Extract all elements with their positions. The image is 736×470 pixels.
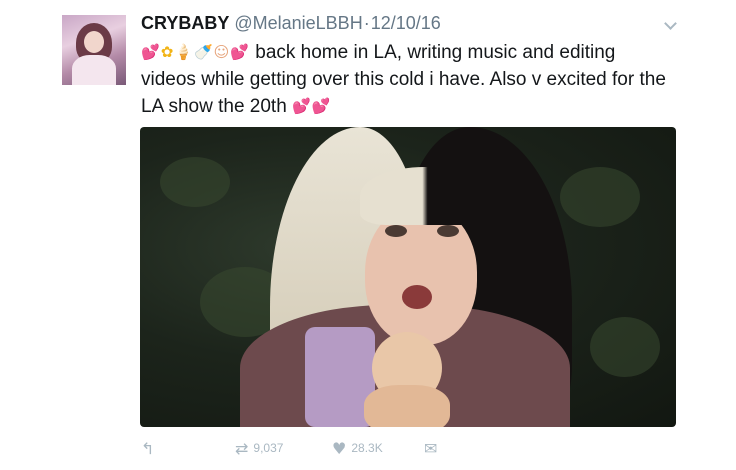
- tweet-actions: ↰ ⇄ 9,037 ♥ 28.3K ✉: [0, 436, 736, 460]
- heart-icon: ♥: [332, 438, 347, 458]
- tweet-header: CRYBABY @MelanieLBBH·12/10/16: [141, 12, 441, 34]
- photo-bangs: [360, 167, 490, 225]
- retweet-button[interactable]: ⇄ 9,037: [235, 436, 283, 460]
- retweet-icon: ⇄: [235, 438, 249, 458]
- tweet-text: 💕✿🍦🍼☺💕 back home in LA, writing music an…: [141, 39, 701, 120]
- two-hearts-icon: 💕: [311, 97, 331, 115]
- ice-cream-icon: 🍦: [174, 43, 193, 61]
- foliage: [560, 167, 640, 227]
- two-hearts-icon: 💕: [141, 43, 160, 61]
- photo-mouth: [402, 285, 432, 309]
- photo-face: [365, 205, 477, 345]
- header-separator: ·: [363, 13, 370, 33]
- tweet-date[interactable]: 12/10/16: [371, 13, 441, 33]
- baby-icon: ☺: [213, 43, 230, 61]
- envelope-icon: ✉: [424, 438, 438, 458]
- avatar-dress: [72, 55, 116, 85]
- baby-bottle-icon: 🍼: [193, 43, 213, 61]
- foliage: [590, 317, 660, 377]
- tweet-photo[interactable]: [140, 127, 676, 427]
- photo-doll-body: [364, 385, 450, 427]
- chevron-down-icon[interactable]: [664, 17, 677, 30]
- reply-button[interactable]: ↰: [141, 436, 159, 460]
- user-handle[interactable]: @MelanieLBBH: [234, 13, 362, 33]
- foliage: [160, 157, 230, 207]
- like-button[interactable]: ♥ 28.3K: [332, 436, 383, 460]
- tweet-text-line3: LA show the 20th: [141, 96, 287, 117]
- tweet-text-line2: videos while getting over this cold i ha…: [141, 69, 666, 90]
- avatar-face: [84, 31, 104, 53]
- avatar[interactable]: [62, 15, 126, 85]
- like-count: 28.3K: [351, 441, 383, 455]
- retweet-count: 9,037: [253, 441, 284, 455]
- tweet-card: CRYBABY @MelanieLBBH·12/10/16 💕✿🍦🍼☺💕 bac…: [0, 0, 736, 470]
- display-name[interactable]: CRYBABY: [141, 13, 229, 33]
- two-hearts-icon: 💕: [292, 97, 311, 115]
- two-hearts-icon: 💕: [230, 43, 249, 61]
- direct-message-button[interactable]: ✉: [424, 436, 442, 460]
- photo-eye: [385, 225, 407, 237]
- tweet-text-line1: back home in LA, writing music and editi…: [255, 42, 616, 63]
- photo-eye: [437, 225, 459, 237]
- reply-icon: ↰: [141, 438, 155, 458]
- sunflower-icon: ✿: [160, 43, 174, 61]
